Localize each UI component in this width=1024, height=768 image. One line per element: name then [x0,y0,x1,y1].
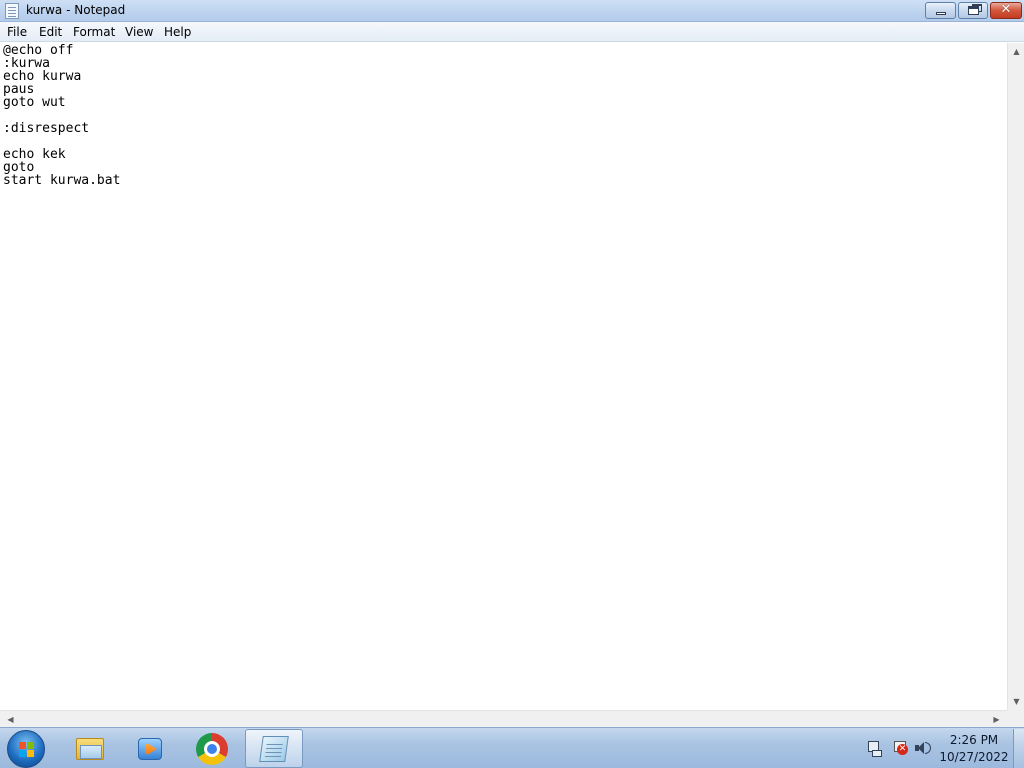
editor-line: goto wut [3,95,66,110]
show-desktop-button[interactable] [1013,729,1024,768]
windows-logo-icon [19,742,35,758]
restore-icon [968,6,979,15]
editor-line: :disrespect [3,121,90,136]
system-clock[interactable]: 2:26 PM 10/27/2022 [938,732,1010,766]
start-button[interactable] [7,730,45,768]
taskbar-chrome-button[interactable] [182,729,240,768]
volume-icon[interactable] [914,740,931,756]
scroll-right-arrow-icon[interactable]: ▶ [988,711,1005,728]
menu-format[interactable]: Format [73,25,115,39]
scroll-up-arrow-icon[interactable]: ▲ [1008,43,1024,60]
clock-time: 2:26 PM [949,733,999,747]
menu-help[interactable]: Help [164,25,191,39]
windows-media-player-icon [138,738,162,760]
close-button[interactable]: ✕ [990,2,1022,19]
minimize-button[interactable] [925,2,956,19]
windows-explorer-icon [76,738,104,760]
menu-view[interactable]: View [125,25,153,39]
google-chrome-icon [196,733,228,765]
menu-bar: File Edit Format View Help [0,22,1024,42]
window-title: kurwa - Notepad [26,3,126,17]
menu-file[interactable]: File [7,25,27,39]
notepad-app-icon[interactable] [5,3,19,19]
text-editor[interactable]: @echo off :kurwa echo kurwa paus goto wu… [0,43,1007,710]
scrollbar-corner [1007,710,1024,727]
taskbar-notepad-button[interactable] [245,729,303,768]
horizontal-scrollbar[interactable]: ◀ ▶ [0,710,1007,727]
notepad-icon [259,736,289,762]
scroll-left-arrow-icon[interactable]: ◀ [2,711,19,728]
taskbar: 2:26 PM 10/27/2022 [0,727,1024,768]
close-icon: ✕ [1000,2,1012,17]
clock-date: 10/27/2022 [939,750,1009,764]
restore-button[interactable] [958,2,988,19]
editor-line: start kurwa.bat [3,173,121,188]
minimize-icon [936,12,946,15]
scroll-down-arrow-icon[interactable]: ▼ [1008,693,1024,710]
menu-edit[interactable]: Edit [39,25,62,39]
taskbar-explorer-button[interactable] [60,729,118,768]
vertical-scrollbar[interactable]: ▲ ▼ [1007,43,1024,710]
network-icon[interactable] [866,740,882,757]
taskbar-media-player-button[interactable] [121,729,179,768]
title-bar[interactable]: kurwa - Notepad ✕ [0,0,1024,22]
action-center-flag-icon[interactable] [891,740,908,756]
